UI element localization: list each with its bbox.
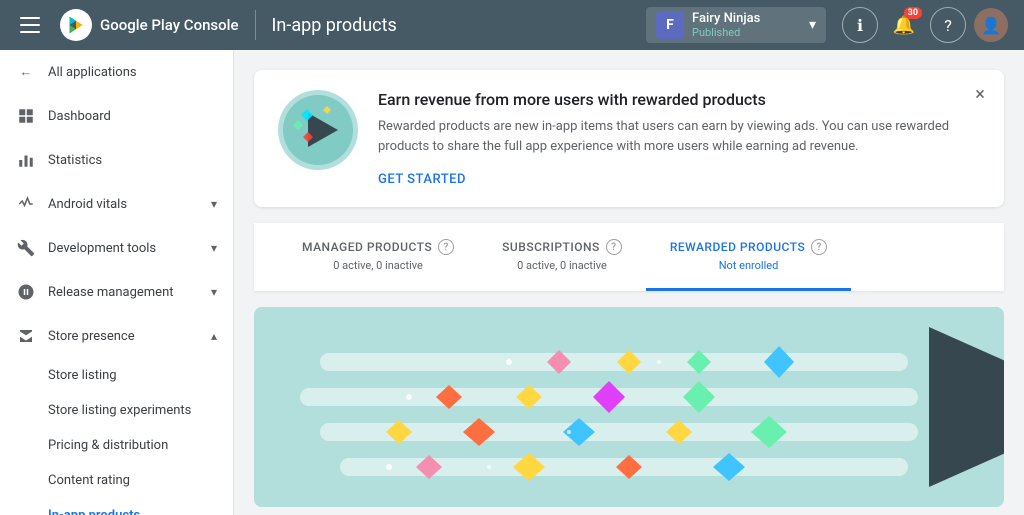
subscriptions-help-icon[interactable]: ? bbox=[606, 239, 622, 255]
tab-rewarded-products-title-row: REWARDED PRODUCTS ? bbox=[670, 239, 827, 255]
chevron-right-icon: ▾ bbox=[211, 285, 217, 299]
sidebar-sub-item-store-listing-experiments[interactable]: Store listing experiments bbox=[0, 393, 233, 428]
sidebar-item-store-presence[interactable]: Store presence ▴ bbox=[0, 314, 233, 358]
avatar[interactable]: 👤 bbox=[974, 8, 1008, 42]
hero-area bbox=[254, 307, 1004, 507]
tab-rewarded-products[interactable]: REWARDED PRODUCTS ? Not enrolled bbox=[646, 223, 851, 291]
tab-managed-products-title-row: MANAGED PRODUCTS ? bbox=[302, 239, 454, 255]
managed-products-help-icon[interactable]: ? bbox=[438, 239, 454, 255]
sidebar-sub-item-in-app-products[interactable]: In-app products bbox=[0, 498, 233, 515]
dashboard-icon bbox=[16, 106, 36, 126]
header-divider bbox=[255, 10, 256, 40]
hero-illustration bbox=[254, 307, 1004, 507]
store-icon bbox=[16, 326, 36, 346]
main-layout: ← All applications Dashboard Statistics … bbox=[0, 50, 1024, 515]
chevron-down-icon: ▾ bbox=[809, 17, 816, 33]
sidebar-item-android-vitals[interactable]: Android vitals ▾ bbox=[0, 182, 233, 226]
header-icons: ℹ 🔔 ? 👤 bbox=[842, 7, 1008, 43]
chevron-right-icon: ▾ bbox=[211, 241, 217, 255]
info-button[interactable]: ℹ bbox=[842, 7, 878, 43]
hamburger-menu[interactable] bbox=[16, 13, 44, 37]
sidebar-sub-item-store-listing[interactable]: Store listing bbox=[0, 358, 233, 393]
app-logo: Google Play Console bbox=[60, 9, 239, 41]
help-button[interactable]: ? bbox=[930, 7, 966, 43]
banner-text: Earn revenue from more users with reward… bbox=[378, 90, 980, 187]
content-area: Earn revenue from more users with reward… bbox=[234, 50, 1024, 515]
close-button[interactable]: × bbox=[968, 82, 992, 106]
managed-products-subtitle: 0 active, 0 inactive bbox=[333, 259, 423, 272]
banner-illustration bbox=[278, 90, 358, 170]
bar-chart-icon bbox=[16, 150, 36, 170]
app-icon: F bbox=[656, 11, 684, 39]
rewarded-products-subtitle: Not enrolled bbox=[719, 259, 779, 272]
app-status: Published bbox=[692, 26, 801, 39]
logo-text: Google Play Console bbox=[100, 16, 239, 34]
chevron-right-icon: ▾ bbox=[211, 197, 217, 211]
chevron-up-icon: ▴ bbox=[211, 329, 217, 343]
app-name: Fairy Ninjas bbox=[692, 11, 801, 26]
sidebar-item-dashboard[interactable]: Dashboard bbox=[0, 94, 233, 138]
sidebar-item-statistics[interactable]: Statistics bbox=[0, 138, 233, 182]
sidebar: ← All applications Dashboard Statistics … bbox=[0, 50, 234, 515]
page-title: In-app products bbox=[272, 15, 630, 36]
subscriptions-subtitle: 0 active, 0 inactive bbox=[517, 259, 607, 272]
app-selector[interactable]: F Fairy Ninjas Published ▾ bbox=[646, 7, 826, 43]
release-icon bbox=[16, 282, 36, 302]
sidebar-sub-item-content-rating[interactable]: Content rating bbox=[0, 463, 233, 498]
app-header: Google Play Console In-app products F Fa… bbox=[0, 0, 1024, 50]
sidebar-item-release-management[interactable]: Release management ▾ bbox=[0, 270, 233, 314]
tab-subscriptions-title-row: SUBSCRIPTIONS ? bbox=[502, 239, 622, 255]
app-info: Fairy Ninjas Published bbox=[692, 11, 801, 39]
banner-title: Earn revenue from more users with reward… bbox=[378, 90, 980, 109]
rewarded-products-help-icon[interactable]: ? bbox=[811, 239, 827, 255]
tab-managed-products[interactable]: MANAGED PRODUCTS ? 0 active, 0 inactive bbox=[278, 223, 478, 291]
arrow-left-icon: ← bbox=[16, 62, 36, 82]
sidebar-item-all-applications[interactable]: ← All applications bbox=[0, 50, 233, 94]
tab-subscriptions[interactable]: SUBSCRIPTIONS ? 0 active, 0 inactive bbox=[478, 223, 646, 291]
sidebar-item-development-tools[interactable]: Development tools ▾ bbox=[0, 226, 233, 270]
rewarded-products-banner: Earn revenue from more users with reward… bbox=[254, 70, 1004, 207]
tools-icon bbox=[16, 238, 36, 258]
banner-description: Rewarded products are new in-app items t… bbox=[378, 117, 980, 156]
vitals-icon bbox=[16, 194, 36, 214]
tabs-bar: MANAGED PRODUCTS ? 0 active, 0 inactive … bbox=[254, 223, 1004, 291]
logo-icon bbox=[60, 9, 92, 41]
get-started-button[interactable]: GET STARTED bbox=[378, 172, 466, 187]
sidebar-sub-item-pricing-distribution[interactable]: Pricing & distribution bbox=[0, 428, 233, 463]
notification-button[interactable]: 🔔 bbox=[886, 7, 922, 43]
